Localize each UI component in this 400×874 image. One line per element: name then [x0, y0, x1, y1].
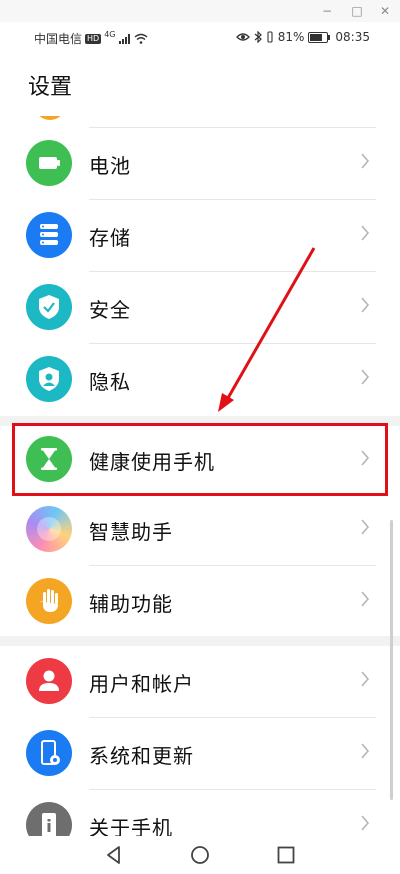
navigation-bar [0, 836, 400, 874]
back-icon[interactable] [101, 842, 127, 868]
recents-icon[interactable] [273, 842, 299, 868]
scrollbar[interactable] [390, 520, 393, 800]
home-icon[interactable] [187, 842, 213, 868]
annotation-arrow [218, 247, 316, 412]
